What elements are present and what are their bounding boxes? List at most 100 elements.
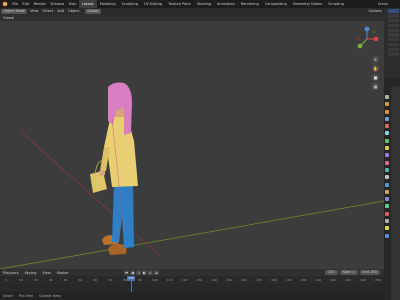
outliner[interactable]: [384, 8, 400, 78]
frame-ruler[interactable]: 0 10 20 30 40 50 60 70 80 90 100 110 120 130 140 150 160…: [0, 278, 384, 283]
properties-tab-icon[interactable]: [385, 175, 389, 180]
tab-rendering[interactable]: Rendering: [238, 0, 262, 8]
current-frame-field[interactable]: 120: [324, 270, 338, 275]
properties-tab-icon[interactable]: [385, 153, 389, 158]
ruler-tick-label: 100: [151, 278, 158, 282]
frame-range: 120 Start 1 End 250: [324, 270, 380, 275]
outliner-row[interactable]: [388, 9, 399, 13]
tab-geometry-nodes[interactable]: Geometry Nodes: [290, 0, 326, 8]
tab-layout[interactable]: Layout: [78, 0, 97, 8]
tab-texture-paint[interactable]: Texture Paint: [165, 0, 194, 8]
tab-compositing[interactable]: Compositing: [262, 0, 290, 8]
tab-scripting[interactable]: Scripting: [325, 0, 347, 8]
blender-logo-icon[interactable]: [2, 1, 8, 7]
navigation-gizmo[interactable]: [354, 26, 380, 52]
tab-modeling[interactable]: Modeling: [97, 0, 119, 8]
ruler-tick-label: 20: [33, 278, 38, 282]
menu-keying[interactable]: Keying: [22, 271, 40, 275]
menu-select[interactable]: Select: [40, 8, 55, 15]
grid-icon[interactable]: ▦: [372, 83, 379, 90]
properties-tab-icon[interactable]: [385, 219, 389, 224]
outliner-row[interactable]: [388, 23, 399, 28]
character-model[interactable]: [90, 82, 138, 256]
scene-selector[interactable]: Scene: [378, 0, 388, 8]
zoom-icon[interactable]: +: [372, 56, 379, 63]
orientation-selector[interactable]: Global: [85, 9, 101, 14]
menu-object[interactable]: Object: [66, 8, 81, 15]
menu-view[interactable]: View: [28, 8, 40, 15]
outliner-row[interactable]: [388, 38, 399, 42]
menu-edit[interactable]: Edit: [20, 0, 31, 8]
menu-marker[interactable]: Marker: [54, 271, 72, 275]
start-frame-field[interactable]: Start 1: [339, 270, 358, 275]
tab-shading[interactable]: Shading: [194, 0, 214, 8]
options-menu[interactable]: Options: [366, 8, 384, 15]
pan-hand-icon[interactable]: ✋: [372, 65, 379, 72]
hand: [99, 170, 105, 176]
properties-tab-icon[interactable]: [385, 131, 389, 136]
ruler-tick-label: 40: [63, 278, 68, 282]
outliner-row[interactable]: [388, 18, 399, 23]
outliner-row[interactable]: [388, 33, 399, 37]
gizmo-y-icon[interactable]: [357, 43, 363, 49]
jump-start-icon[interactable]: ⏮: [124, 270, 129, 275]
ruler-tick-label: 90: [137, 278, 142, 282]
properties-tab-icon[interactable]: [385, 226, 389, 231]
menu-timeline-view[interactable]: View: [39, 271, 53, 275]
status-bar: Select Pan View Context Menu: [0, 292, 384, 300]
outliner-row[interactable]: [388, 47, 399, 52]
tab-animation[interactable]: Animation: [214, 0, 238, 8]
ruler-tick-label: 50: [78, 278, 83, 282]
properties-tab-icon[interactable]: [385, 233, 389, 238]
properties-tab-icon[interactable]: [385, 95, 389, 99]
start-value: 1: [352, 270, 355, 274]
outliner-row[interactable]: [388, 28, 399, 32]
arm: [100, 147, 110, 173]
status-select: Select: [3, 294, 13, 298]
camera-icon[interactable]: ■: [372, 74, 379, 81]
outliner-row[interactable]: [388, 52, 399, 56]
properties-tab-icon[interactable]: [385, 124, 389, 129]
properties-tab-icon[interactable]: [385, 146, 389, 151]
properties-tab-icon[interactable]: [385, 167, 389, 172]
gizmo-x-icon[interactable]: [373, 36, 379, 42]
workspace-tabs: Layout Modeling Sculpting UV Editing Tex…: [78, 0, 347, 8]
properties-tab-icon[interactable]: [385, 204, 389, 209]
tab-uv-editing[interactable]: UV Editing: [141, 0, 165, 8]
properties-tab-icon[interactable]: [385, 109, 389, 114]
end-label: End: [362, 270, 370, 274]
outliner-row[interactable]: [388, 42, 399, 47]
menu-window[interactable]: Window: [48, 0, 66, 8]
outliner-row[interactable]: [388, 14, 399, 18]
play-reverse-icon[interactable]: ◁: [136, 270, 141, 275]
properties-tab-icon[interactable]: [385, 211, 389, 216]
menu-playback[interactable]: Playback: [0, 271, 22, 275]
ruler-tick-label: 220: [330, 278, 337, 282]
tab-sculpting[interactable]: Sculpting: [119, 0, 141, 8]
y-axis-line: [0, 200, 384, 269]
x-axis-line: [19, 130, 161, 257]
properties-tab-icon[interactable]: [385, 197, 389, 202]
menu-render[interactable]: Render: [31, 0, 48, 8]
menu-help[interactable]: Help: [66, 0, 78, 8]
3d-viewport[interactable]: [0, 21, 384, 269]
ruler-tick-label: 0: [5, 278, 7, 282]
properties-tab-icon[interactable]: [385, 102, 389, 107]
properties-tab-icon[interactable]: [385, 182, 389, 187]
properties-tab-icon[interactable]: [385, 189, 389, 194]
gizmo-z-icon[interactable]: [364, 26, 370, 32]
end-frame-field[interactable]: End 250: [359, 270, 380, 275]
properties-tab-icon[interactable]: [385, 160, 389, 165]
play-icon[interactable]: ▶: [142, 270, 147, 275]
menu-add[interactable]: Add: [55, 8, 66, 15]
prev-key-icon[interactable]: ◀: [130, 270, 135, 275]
jump-end-icon[interactable]: ⏭: [154, 270, 159, 275]
next-key-icon[interactable]: ▷: [148, 270, 153, 275]
status-pan: Pan View: [18, 294, 34, 298]
menu-file[interactable]: File: [10, 0, 20, 8]
playback-controls: ⏮ ◀ ◁ ▶ ▷ ⏭: [124, 270, 159, 275]
properties-tab-icon[interactable]: [385, 138, 389, 143]
properties-tab-icon[interactable]: [385, 116, 389, 121]
ruler-tick-label: 30: [48, 278, 53, 282]
mode-selector[interactable]: Object Mode: [1, 9, 28, 14]
